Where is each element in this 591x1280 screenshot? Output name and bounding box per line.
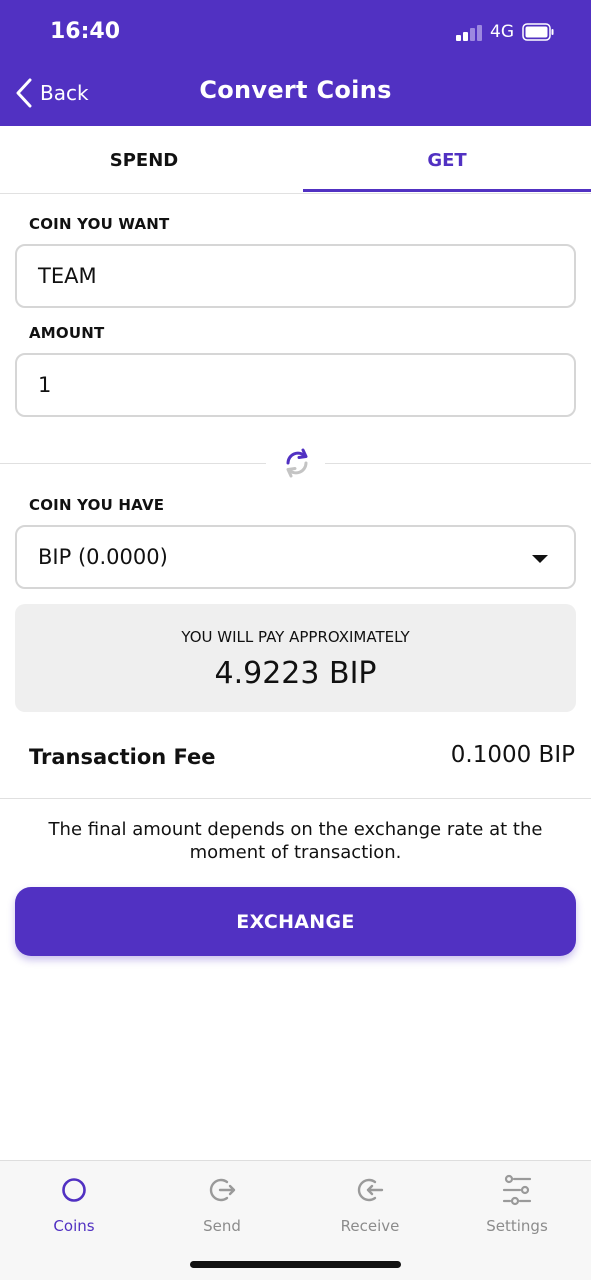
tab-receive[interactable]: Receive: [296, 1171, 444, 1241]
coin-have-select[interactable]: BIP (0.0000): [15, 525, 576, 589]
tab-bar-top: SPEND GET: [0, 126, 591, 194]
tab-settings-label: Settings: [486, 1217, 548, 1235]
network-label: 4G: [490, 22, 514, 42]
divider-left: [0, 463, 266, 464]
coin-want-label: COIN YOU WANT: [29, 215, 170, 233]
amount-input[interactable]: 1: [15, 353, 576, 417]
active-tab-indicator: [303, 189, 591, 192]
status-time: 16:40: [50, 19, 121, 44]
send-icon: [209, 1178, 236, 1202]
dropdown-arrow-icon: [532, 555, 548, 563]
coin-have-label: COIN YOU HAVE: [29, 496, 165, 514]
battery-icon: [522, 23, 554, 41]
amount-label: AMOUNT: [29, 324, 105, 342]
divider-right: [325, 463, 591, 464]
estimate-value: 4.9223 BIP: [214, 656, 377, 691]
settings-icon: [502, 1174, 532, 1206]
coin-want-input[interactable]: TEAM: [15, 244, 576, 308]
receive-icon: [357, 1178, 384, 1202]
coin-have-value: BIP (0.0000): [38, 545, 168, 569]
fee-value: 0.1000 BIP: [450, 742, 575, 768]
page-title: Convert Coins: [199, 76, 392, 104]
fee-divider: [0, 798, 591, 799]
app-header: 16:40 4G Back Convert Coins: [0, 0, 591, 126]
signal-icon: [456, 25, 482, 41]
fee-label: Transaction Fee: [29, 745, 216, 769]
tab-settings[interactable]: Settings: [443, 1171, 591, 1241]
coins-icon: [62, 1178, 86, 1202]
exchange-button[interactable]: EXCHANGE: [15, 887, 576, 956]
tab-send[interactable]: Send: [148, 1171, 296, 1241]
estimate-box: YOU WILL PAY APPROXIMATELY 4.9223 BIP: [15, 604, 576, 712]
tab-get[interactable]: GET: [303, 126, 591, 194]
home-indicator: [190, 1261, 401, 1268]
tab-coins[interactable]: Coins: [0, 1171, 148, 1241]
tab-receive-label: Receive: [340, 1217, 400, 1235]
tab-send-label: Send: [203, 1217, 241, 1235]
exchange-note: The final amount depends on the exchange…: [48, 819, 543, 863]
tab-spend[interactable]: SPEND: [0, 126, 288, 194]
tab-coins-label: Coins: [53, 1217, 95, 1235]
estimate-label: YOU WILL PAY APPROXIMATELY: [181, 628, 410, 646]
swap-icon[interactable]: [281, 446, 313, 480]
